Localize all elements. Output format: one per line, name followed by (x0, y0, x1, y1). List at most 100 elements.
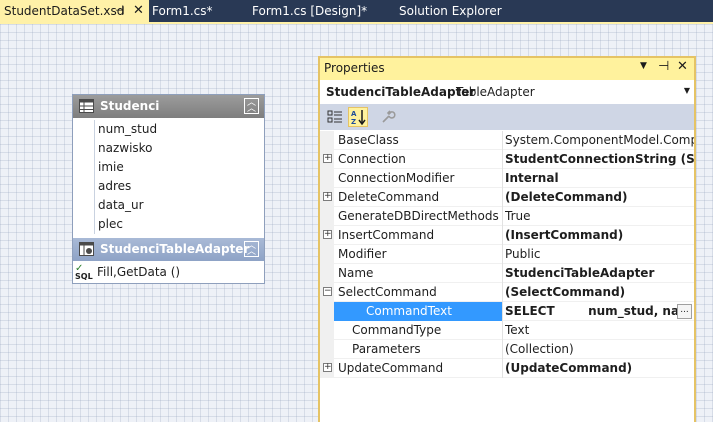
property-value[interactable]: (UpdateCommand) (505, 359, 694, 378)
svg-text:A: A (351, 110, 357, 118)
column-divider (502, 340, 503, 359)
object-name: StudenciTableAdapter (326, 85, 476, 99)
property-name: CommandText (334, 302, 502, 321)
sql-query-icon: ✓ SQL (75, 263, 93, 281)
property-name: SelectCommand (338, 285, 437, 299)
active-tab-underline (0, 22, 713, 24)
property-row-connection[interactable]: + Connection StudentConnectionString (Se… (320, 150, 694, 169)
property-value[interactable]: Public (505, 245, 694, 264)
wrench-icon (382, 110, 396, 123)
column-divider (502, 188, 503, 207)
column-item[interactable]: imie (95, 158, 264, 177)
categorized-button[interactable] (325, 107, 345, 127)
property-value[interactable]: (DeleteCommand) (505, 188, 694, 207)
tableadapter-header[interactable]: StudenciTableAdapter ︿ ︿ (73, 238, 264, 261)
row-gutter (320, 207, 334, 226)
property-grid: BaseClass System.ComponentModel.Componen… (320, 131, 694, 378)
object-selector[interactable]: StudenciTableAdapter TableAdapter ▼ (320, 80, 694, 104)
expand-icon[interactable]: + (323, 230, 332, 239)
datatable-icon (79, 99, 94, 113)
row-gutter (320, 169, 334, 188)
tableadapter-icon (79, 242, 94, 256)
property-name: CommandType (352, 323, 442, 337)
query-method-row[interactable]: ✓ SQL Fill,GetData () (73, 263, 264, 283)
column-divider (502, 264, 503, 283)
alphabetical-button[interactable]: A Z (348, 107, 368, 127)
tab-label: Form1.cs* (152, 4, 213, 18)
property-value[interactable]: True (505, 207, 694, 226)
property-name: InsertCommand (338, 228, 435, 242)
column-divider (502, 226, 503, 245)
property-row-parameters[interactable]: Parameters (Collection) (320, 340, 694, 359)
row-gutter (320, 131, 334, 150)
expand-icon[interactable]: + (323, 363, 332, 372)
property-value[interactable]: System.ComponentModel.Component (505, 131, 694, 150)
row-gutter (320, 321, 334, 340)
property-value[interactable]: StudenciTableAdapter (505, 264, 694, 283)
close-icon[interactable]: ✕ (677, 59, 688, 74)
expand-icon[interactable]: + (323, 154, 332, 163)
expand-icon[interactable]: + (323, 192, 332, 201)
property-value[interactable]: Text (505, 321, 694, 340)
column-divider (502, 321, 503, 340)
property-value[interactable]: (Collection) (505, 340, 694, 359)
property-name: BaseClass (338, 133, 399, 147)
tab-studentdataset-xsd[interactable]: StudentDataSet.xsd ⊣ ✕ (0, 0, 149, 22)
property-name: Name (338, 266, 374, 280)
ellipsis-button[interactable]: ... (677, 304, 692, 319)
close-icon[interactable]: ✕ (133, 0, 144, 22)
property-value[interactable]: SELECT num_stud, nazwisko (505, 302, 678, 321)
column-divider (502, 359, 503, 378)
properties-title: Properties (324, 61, 385, 75)
categorized-icon (327, 110, 342, 123)
collapse-icon[interactable]: ︿ ︿ (244, 241, 259, 257)
property-row-updatecommand[interactable]: + UpdateCommand (UpdateCommand) (320, 359, 694, 378)
property-name: ConnectionModifier (338, 171, 455, 185)
property-row-baseclass[interactable]: BaseClass System.ComponentModel.Componen… (320, 131, 694, 150)
property-row-connectionmodifier[interactable]: ConnectionModifier Internal (320, 169, 694, 188)
property-name: Parameters (352, 342, 421, 356)
property-pages-button[interactable] (378, 107, 398, 127)
collapse-icon[interactable]: − (323, 287, 332, 296)
column-divider (502, 150, 503, 169)
property-name: UpdateCommand (338, 361, 444, 375)
property-row-commandtext[interactable]: CommandText SELECT num_stud, nazwisko ..… (320, 302, 694, 321)
window-position-dropdown-icon[interactable]: ▼ (640, 61, 647, 71)
column-divider (502, 169, 503, 188)
column-item[interactable]: nazwisko (95, 139, 264, 158)
property-row-generatedbdirectmethods[interactable]: GenerateDBDirectMethods True (320, 207, 694, 226)
sort-alphabetical-icon: A Z (351, 110, 366, 126)
properties-titlebar: Properties ▼ ⊣ ✕ (320, 58, 694, 80)
property-row-deletecommand[interactable]: + DeleteCommand (DeleteCommand) (320, 188, 694, 207)
column-divider (502, 131, 503, 150)
chevron-down-icon[interactable]: ▼ (684, 86, 690, 95)
property-row-commandtype[interactable]: CommandType Text (320, 321, 694, 340)
tab-form1-cs[interactable]: Form1.cs* (148, 0, 248, 22)
datatable-studenci[interactable]: Studenci ︿ ︿ num_stud nazwisko imie adres… (72, 94, 265, 284)
property-value[interactable]: StudentConnectionString (Settings) (505, 150, 694, 169)
property-value[interactable]: Internal (505, 169, 694, 188)
collapse-icon[interactable]: ︿ ︿ (244, 98, 259, 114)
property-row-modifier[interactable]: Modifier Public (320, 245, 694, 264)
tab-solution-explorer[interactable]: Solution Explorer (395, 0, 525, 22)
column-item[interactable]: plec (95, 215, 264, 234)
datatable-header[interactable]: Studenci ︿ ︿ (73, 95, 264, 118)
object-type: TableAdapter (456, 85, 535, 99)
tab-form1-design[interactable]: Form1.cs [Design]* (248, 0, 394, 22)
sql-icon-text: SQL (75, 272, 93, 281)
property-row-insertcommand[interactable]: + InsertCommand (InsertCommand) (320, 226, 694, 245)
property-row-name[interactable]: Name StudenciTableAdapter (320, 264, 694, 283)
row-gutter (320, 264, 334, 283)
column-item[interactable]: adres (95, 177, 264, 196)
column-item[interactable]: data_ur (95, 196, 264, 215)
column-divider (502, 245, 503, 264)
pin-icon[interactable]: ⊣ (658, 59, 669, 74)
property-value[interactable]: (SelectCommand) (505, 283, 694, 302)
column-item[interactable]: num_stud (95, 120, 264, 139)
pin-icon[interactable]: ⊣ (115, 0, 125, 22)
svg-text:Z: Z (351, 118, 356, 126)
query-method-label: Fill,GetData () (97, 265, 181, 279)
property-row-selectcommand[interactable]: − SelectCommand (SelectCommand) (320, 283, 694, 302)
property-value[interactable]: (InsertCommand) (505, 226, 694, 245)
column-divider (502, 207, 503, 226)
